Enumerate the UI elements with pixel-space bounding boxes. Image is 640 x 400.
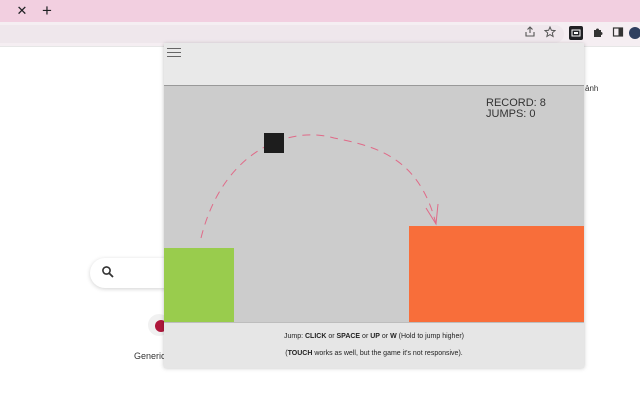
score-hud: RECORD: 8 JUMPS: 0 (486, 98, 546, 120)
instructions-line-1-segment: or (379, 333, 391, 340)
tab-strip (0, 0, 640, 22)
popup-header (164, 43, 584, 86)
instructions-line-1-segment: UP (370, 333, 380, 340)
tab-close-icon[interactable]: ✕ (14, 3, 30, 19)
star-icon[interactable] (543, 25, 557, 40)
instructions-line-1: Jump: CLICK or SPACE or UP or W (Hold to… (164, 333, 584, 340)
game-canvas[interactable]: RECORD: 8 JUMPS: 0 (164, 86, 584, 322)
profile-avatar[interactable] (629, 27, 640, 39)
instructions-line-1-segment: Jump: (283, 333, 305, 340)
side-panel-icon[interactable] (611, 26, 625, 40)
right-platform (409, 226, 584, 322)
new-tab-button[interactable]: + (38, 2, 56, 20)
instructions-line-2-segment: works as well, but the game it's not res… (312, 350, 463, 357)
trajectory-arrowhead (425, 203, 439, 226)
instructions-line-1-segment: or (360, 333, 371, 340)
jump-trajectory (200, 134, 437, 239)
address-bar[interactable] (0, 25, 564, 43)
extension-game-icon[interactable] (569, 26, 583, 40)
puzzle-icon[interactable] (591, 26, 605, 40)
instructions-line-2-segment: TOUCH (287, 350, 313, 357)
instructions-line-1-segment: W (390, 333, 397, 340)
page-text-fragment: ảnh (585, 84, 599, 93)
instructions-line-1-segment: or (326, 333, 337, 340)
instructions-line-2: (TOUCH works as well, but the game it's … (164, 350, 584, 357)
shortcut-label: Generic (134, 351, 166, 361)
extension-popup: RECORD: 8 JUMPS: 0 Jump: CLICK or SPACE … (164, 43, 584, 368)
left-platform (164, 248, 234, 322)
instructions-footer: Jump: CLICK or SPACE or UP or W (Hold to… (164, 322, 584, 368)
player-block (264, 133, 284, 153)
jumps-line: JUMPS: 0 (486, 108, 536, 120)
share-icon[interactable] (523, 26, 537, 40)
jumps-value: 0 (529, 108, 536, 120)
instructions-line-1-segment: SPACE (336, 333, 361, 340)
search-icon (101, 265, 115, 279)
instructions-line-1-segment: CLICK (304, 333, 327, 340)
menu-icon[interactable] (167, 45, 181, 57)
record-value: 8 (539, 97, 546, 109)
instructions-line-1-segment: (Hold to jump higher) (396, 333, 465, 340)
